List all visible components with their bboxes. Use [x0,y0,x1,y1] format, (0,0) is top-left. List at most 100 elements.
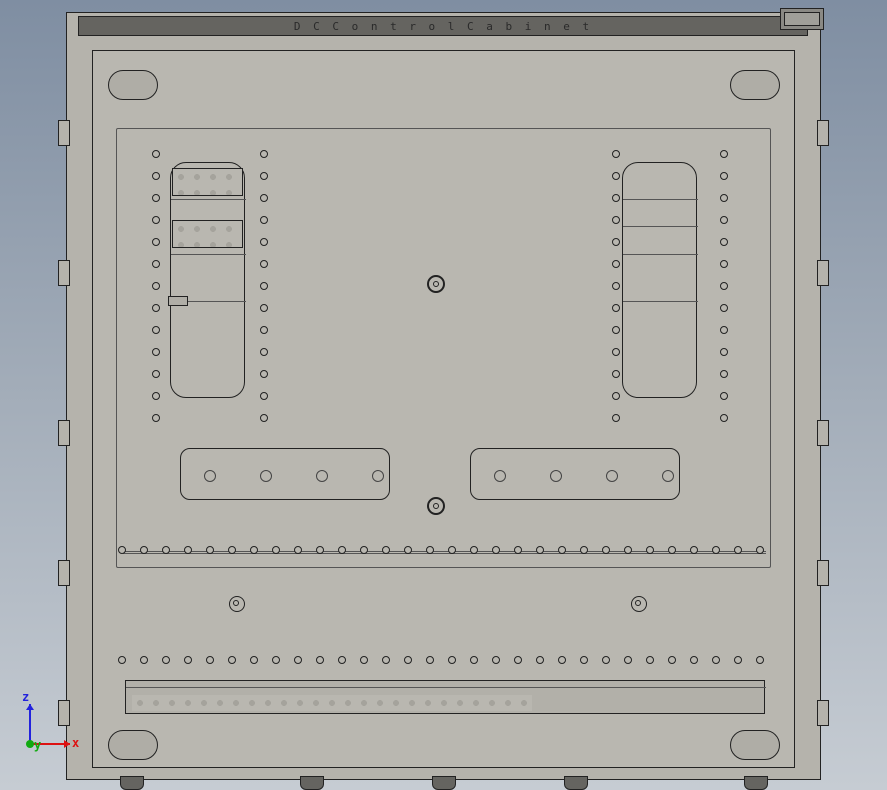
mounting-hole [294,656,302,664]
mounting-hole [612,414,620,422]
plate-hole [662,470,674,482]
mounting-hole [690,546,698,554]
mounting-hole [470,656,478,664]
mounting-hole [492,546,500,554]
mounting-hole [338,546,346,554]
mounting-hole [720,194,728,202]
mounting-hole [250,546,258,554]
plate-hole [260,470,272,482]
mounting-hole [260,260,268,268]
mounting-hole [624,656,632,664]
mounting-hole [360,546,368,554]
mounting-hole [612,238,620,246]
mounting-hole [404,546,412,554]
mounting-hole [612,370,620,378]
mounting-hole [624,546,632,554]
mounting-hole [536,656,544,664]
mounting-hole [612,326,620,334]
mounting-hole [536,546,544,554]
mounting-hole [712,656,720,664]
plate-hole [606,470,618,482]
plate-hole [204,470,216,482]
mounting-hole [720,282,728,290]
mounting-hole [152,304,160,312]
mounting-hole [514,546,522,554]
mounting-hole [602,656,610,664]
mounting-hole [152,238,160,246]
mounting-hole [720,216,728,224]
mounting-hole [316,656,324,664]
mounting-hole [162,546,170,554]
mounting-hole [612,392,620,400]
mounting-hole [612,282,620,290]
mounting-hole [720,238,728,246]
mounting-hole [294,546,302,554]
mounting-hole [720,348,728,356]
generated-holes-layer [0,0,887,790]
mounting-hole [250,656,258,664]
mounting-hole [734,656,742,664]
mounting-hole [152,194,160,202]
mounting-hole [404,656,412,664]
mounting-hole [260,216,268,224]
mounting-hole [118,656,126,664]
mounting-hole [228,656,236,664]
mounting-hole [646,546,654,554]
mounting-hole [448,656,456,664]
mounting-hole [612,260,620,268]
mounting-hole [646,656,654,664]
mounting-hole [426,546,434,554]
mounting-hole [720,260,728,268]
mounting-hole [720,392,728,400]
mounting-hole [338,656,346,664]
mounting-hole [152,348,160,356]
mounting-hole [558,546,566,554]
mounting-hole [260,392,268,400]
mounting-hole [152,414,160,422]
mounting-hole [734,546,742,554]
mounting-hole [260,414,268,422]
plate-hole [316,470,328,482]
mounting-hole [756,656,764,664]
mounting-hole [152,260,160,268]
mounting-hole [602,546,610,554]
mounting-hole [272,656,280,664]
mounting-hole [580,656,588,664]
mounting-hole [152,326,160,334]
mounting-hole [382,546,390,554]
mounting-hole [260,194,268,202]
mounting-hole [260,304,268,312]
mounting-hole [184,546,192,554]
mounting-hole [668,546,676,554]
mounting-hole [206,656,214,664]
mounting-hole [360,656,368,664]
mounting-hole [260,348,268,356]
mounting-hole [382,656,390,664]
mounting-hole [152,150,160,158]
mounting-hole [612,304,620,312]
mounting-hole [612,194,620,202]
mounting-hole [260,172,268,180]
mounting-hole [690,656,698,664]
mounting-hole [492,656,500,664]
mounting-hole [272,546,280,554]
mounting-hole [612,172,620,180]
plate-hole [372,470,384,482]
mounting-hole [514,656,522,664]
mounting-hole [140,546,148,554]
mounting-hole [260,150,268,158]
mounting-hole [152,392,160,400]
mounting-hole [580,546,588,554]
mounting-hole [558,656,566,664]
mounting-hole [720,414,728,422]
mounting-hole [152,172,160,180]
mounting-hole [756,546,764,554]
mounting-hole [720,326,728,334]
mounting-hole [316,546,324,554]
mounting-hole [612,348,620,356]
mounting-hole [152,282,160,290]
mounting-hole [118,546,126,554]
mounting-hole [720,304,728,312]
mounting-hole [426,656,434,664]
mounting-hole [720,370,728,378]
